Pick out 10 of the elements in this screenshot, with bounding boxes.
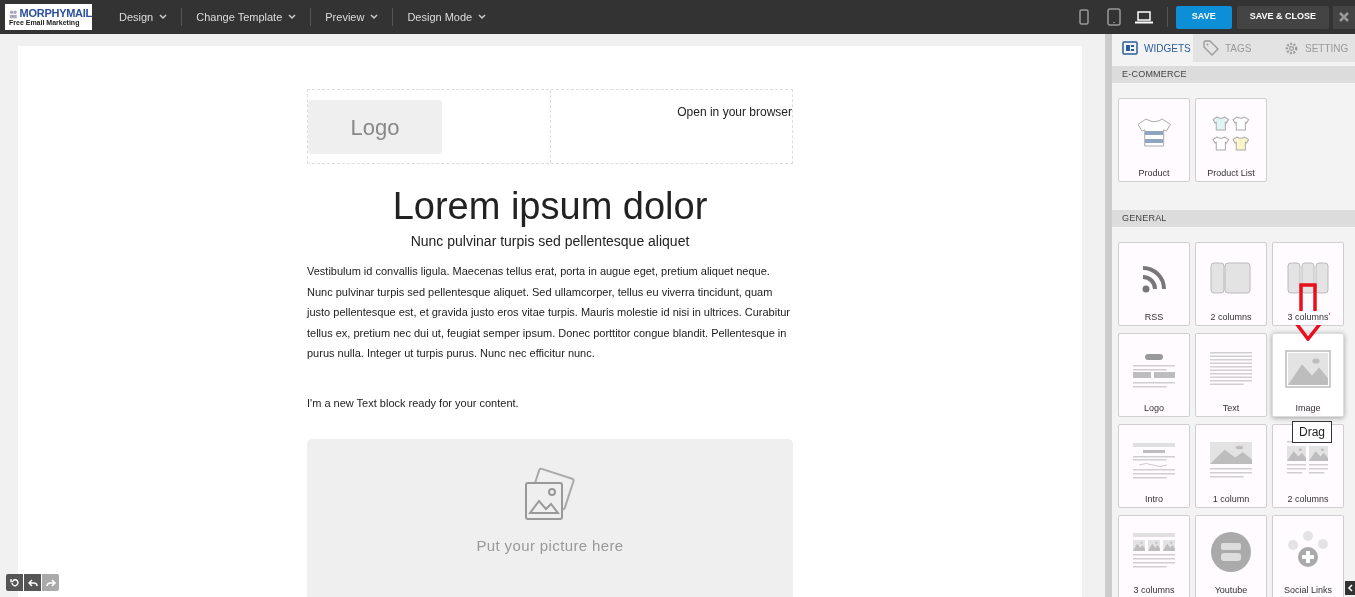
section-header: E-COMMERCE (1112, 66, 1355, 83)
email-title: Lorem ipsum dolor (391, 184, 709, 228)
section-header: GENERAL (1112, 210, 1355, 227)
brand-name: MORPHYMAIL (19, 8, 92, 19)
text-paragraph: I'm a new Text block ready for your content. (307, 395, 520, 411)
logo-text: Logo (350, 113, 400, 142)
drag-tooltip: Drag (1292, 421, 1332, 443)
email-subtitle: Nunc pulvinar turpis sed pellentesque aliquet (409, 232, 691, 251)
picture-hint: Put your picture here (476, 536, 624, 557)
body-paragraph: Vestibulum id convallis ligula. Maecenas tellus erat, porta in augue eget, pretium aliquet neque. Nunc pulvinar turpis sed pellentesque aliquet. Sed ullamcorper, tellus eu viverra tincidunt, quam justo pellentesque est, et gravida justo eros vitae turpis. Mauris molestie id nisi in ultrices. Curabitur tellus ex, pretium nec dui ut, feugiat semper ipsum. Donec porttitor congue blandit. Pellentesque in purus nulla. Integer ut turpis purus. Nunc nec efficitur nunc. (307, 264, 791, 362)
